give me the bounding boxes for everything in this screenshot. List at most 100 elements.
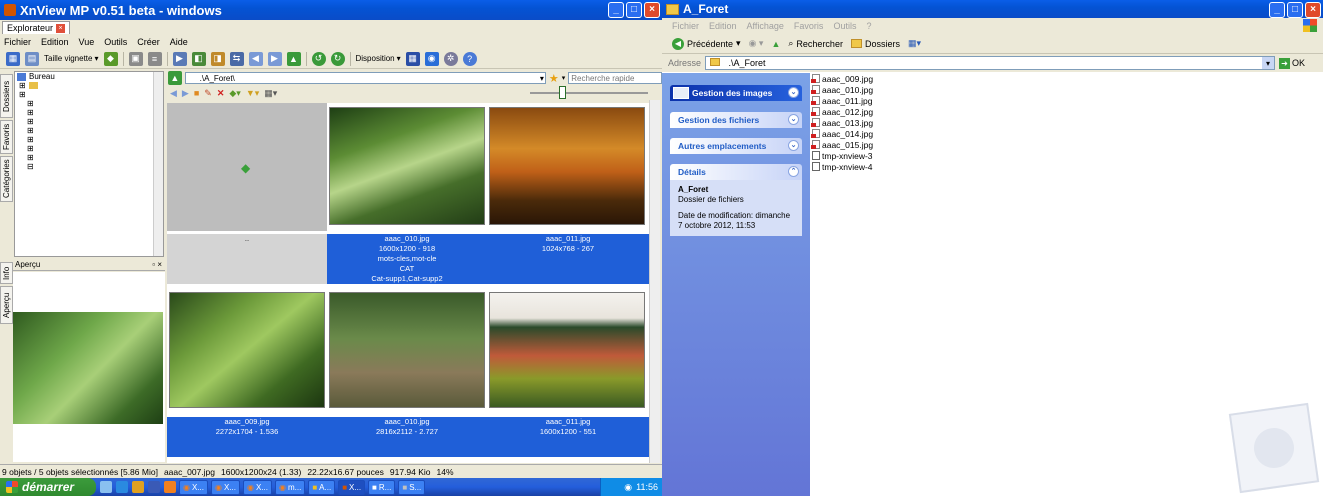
thumbnail-image[interactable] (329, 107, 485, 225)
maximize-button[interactable]: □ (1287, 2, 1303, 18)
explorer-titlebar[interactable]: A_Foret _ □ × (662, 0, 1323, 18)
panel-header[interactable]: Gestion des images ⌄ (670, 85, 802, 101)
file-item[interactable]: aaac_011.jpg (811, 95, 1012, 106)
panel-header[interactable]: Détails ⌃ (670, 164, 802, 180)
delete-icon[interactable]: ✕ (217, 88, 225, 99)
rotate-right-icon[interactable]: ↻ (330, 51, 345, 66)
menu-fichier[interactable]: Fichier (672, 21, 699, 31)
folder-path-input[interactable]: .\A_Foret\ ▾ (184, 72, 546, 84)
task-button[interactable]: ◉ m... (275, 479, 306, 495)
quicklaunch-folder-icon[interactable] (132, 481, 144, 493)
close-button[interactable]: × (1305, 2, 1321, 18)
slideshow-icon[interactable]: ▶ (172, 51, 187, 66)
tab-explorateur[interactable]: Explorateur × (2, 21, 71, 34)
side-tab-dossiers[interactable]: Dossiers (0, 74, 13, 118)
favorite-star-icon[interactable]: ★ (549, 72, 559, 85)
up-folder-icon[interactable]: ▲ (771, 39, 780, 49)
convert-icon[interactable]: ◧ (191, 51, 206, 66)
thumbnail-image[interactable] (169, 292, 325, 408)
back-arrow-icon[interactable]: ◀ (248, 51, 263, 66)
forward-arrow-icon[interactable]: ▶ (267, 51, 282, 66)
menu-outils[interactable]: Outils (833, 21, 856, 31)
tree-node[interactable]: ⊞ (15, 126, 163, 135)
minimize-button[interactable]: _ (1269, 2, 1285, 18)
tree-node[interactable]: ⊞ (15, 81, 163, 90)
filter-icon[interactable]: ▣ (128, 51, 143, 66)
task-button[interactable]: ■ S... (398, 479, 426, 495)
task-button[interactable]: ■ A... (308, 479, 336, 495)
chevron-down-icon[interactable]: ⌄ (788, 114, 799, 125)
tree-node[interactable]: ⊞ (15, 117, 163, 126)
thumbnail-image[interactable] (489, 292, 645, 408)
task-button-active[interactable]: ■ X... (338, 479, 366, 495)
xnview-titlebar[interactable]: XnView MP v0.51 beta - windows _ □ × (0, 0, 662, 20)
chevron-down-icon[interactable]: ⌄ (788, 140, 799, 151)
chevron-up-icon[interactable]: ⌃ (788, 166, 799, 177)
menu-help[interactable]: ? (866, 21, 871, 31)
quicklaunch-ie-icon[interactable] (116, 481, 128, 493)
views-button[interactable]: ▦▾ (908, 38, 921, 49)
file-item[interactable]: aaac_013.jpg (811, 117, 1012, 128)
up-arrow-icon[interactable]: ▲ (286, 51, 301, 66)
grid-view-icon[interactable]: ▤ (25, 51, 39, 66)
chevron-down-icon[interactable]: ⌄ (788, 87, 799, 98)
tree-node[interactable]: ⊞ (15, 135, 163, 144)
path-dropdown-icon[interactable]: ▾ (540, 73, 544, 84)
panel-header[interactable]: Gestion des fichiers ⌄ (670, 112, 802, 128)
go-button[interactable]: ➜ OK (1279, 57, 1305, 69)
help-icon[interactable]: ? (462, 51, 477, 66)
layout-dropdown[interactable]: Disposition ▾ (356, 54, 401, 63)
layout-grid-icon[interactable]: ▦ (405, 51, 420, 66)
grid-scrollbar[interactable] (649, 100, 660, 463)
side-tab-favoris[interactable]: Favoris (0, 120, 13, 154)
file-item[interactable]: tmp-xnview-4 (812, 161, 1012, 172)
nav-back-icon[interactable]: ◀ (170, 88, 177, 99)
address-input[interactable]: .\A_Foret ▾ (705, 56, 1276, 70)
quicklaunch-firefox-icon[interactable] (164, 481, 176, 493)
back-button[interactable]: ◀ Précédente ▾ (672, 37, 741, 50)
tag-filter-icon[interactable]: ◆▾ (229, 88, 240, 99)
panel-header[interactable]: Autres emplacements ⌄ (670, 138, 802, 154)
forward-button[interactable]: ◉ ▾ (749, 38, 764, 49)
filter-funnel-icon[interactable]: ▼▾ (246, 88, 259, 99)
go-up-icon[interactable]: ▲ (168, 71, 182, 85)
tray-icon[interactable]: ◉ (624, 482, 632, 493)
preview-close-icon[interactable]: ▫ × (152, 260, 162, 269)
compare-icon[interactable]: ⇆ (229, 51, 244, 66)
folder-tree[interactable]: Bureau ⊞ ⊞ ⊞ ⊞ ⊞ ⊞ ⊞ ⊞ ⊞ ⊟ (14, 71, 164, 257)
tree-node[interactable]: ⊟ (15, 162, 163, 171)
start-button[interactable]: démarrer (0, 478, 96, 496)
rotate-left-icon[interactable]: ↺ (311, 51, 326, 66)
close-button[interactable]: × (644, 2, 660, 18)
address-dropdown-icon[interactable]: ▾ (1262, 57, 1275, 69)
tree-root[interactable]: Bureau (15, 72, 163, 81)
side-tab-info[interactable]: Info (0, 262, 13, 284)
file-item[interactable]: aaac_012.jpg (811, 106, 1012, 117)
side-tab-categories[interactable]: Catégories (0, 156, 13, 202)
tree-node[interactable]: ⊞ (15, 153, 163, 162)
menu-affichage[interactable]: Affichage (747, 21, 784, 31)
view-mode-icon[interactable]: ▦▾ (264, 88, 277, 99)
menu-creer[interactable]: Créer (137, 37, 160, 47)
menu-aide[interactable]: Aide (170, 37, 188, 47)
task-button[interactable]: ◉ X... (179, 479, 208, 495)
browser-view-icon[interactable]: ▦ (6, 51, 20, 66)
gear-icon[interactable]: ✲ (443, 51, 458, 66)
file-item[interactable]: aaac_015.jpg (811, 139, 1012, 150)
new-folder-icon[interactable]: ■ (194, 88, 199, 98)
thumb-zoom-slider[interactable] (559, 86, 566, 99)
tree-node[interactable]: ⊞ (15, 108, 163, 117)
tree-node[interactable]: ⊞ (15, 90, 163, 99)
search-button[interactable]: ⌕ Rechercher (788, 38, 843, 49)
thumb-size-dropdown[interactable]: Taille vignette ▾ (44, 54, 99, 63)
clock[interactable]: 11:56 (636, 482, 658, 492)
file-item[interactable]: aaac_010.jpg (811, 84, 1012, 95)
batch-icon[interactable]: ◨ (210, 51, 225, 66)
file-item[interactable]: aaac_014.jpg (811, 128, 1012, 139)
side-tab-apercu[interactable]: Aperçu (0, 286, 13, 324)
tag-icon[interactable]: ◆ (103, 51, 118, 66)
menu-fichier[interactable]: Fichier (4, 37, 31, 47)
file-item[interactable]: tmp-xnview-3 (812, 150, 1012, 161)
parent-folder-thumb[interactable]: ◆ (167, 103, 327, 231)
maximize-button[interactable]: □ (626, 2, 642, 18)
